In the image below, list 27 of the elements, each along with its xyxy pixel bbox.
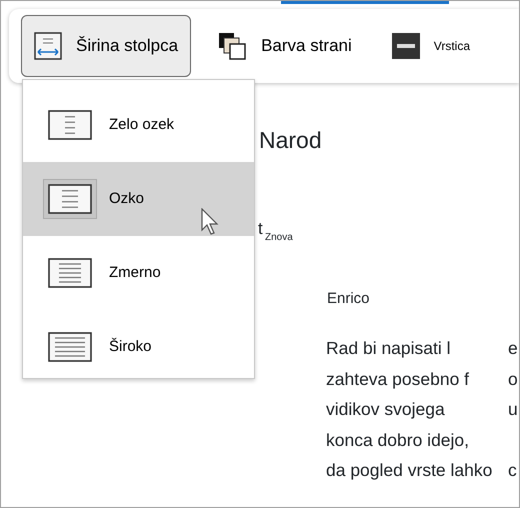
paragraph-line: da pogled vrste lahko	[326, 459, 494, 482]
menu-item[interactable]: Zelo ozek	[23, 88, 254, 162]
paragraph-line: Rad bi napisati l	[326, 337, 452, 360]
column-width-button[interactable]: Širina stolpca	[21, 15, 192, 77]
paragraph-line: u	[508, 398, 518, 421]
paragraph-line: vidikov svojega	[326, 398, 446, 421]
document-text: t	[258, 220, 263, 237]
toolbar-button[interactable]: Barva strani	[205, 15, 365, 77]
column-width-icon	[48, 258, 92, 288]
paragraph-line: zahteva posebno f	[326, 368, 470, 391]
menu-item[interactable]: Zmerno	[23, 236, 254, 310]
column-width-icon	[34, 32, 62, 60]
toolbar-button[interactable]: Vrstica	[378, 15, 483, 77]
menu-item[interactable]: Ozko	[23, 162, 254, 236]
overlapping-pages-icon	[218, 32, 248, 60]
column-width-icon	[48, 332, 92, 362]
menu-item[interactable]: Široko	[23, 310, 254, 384]
cursor-icon	[201, 208, 221, 236]
author-name: Enrico	[327, 289, 370, 309]
paragraph-line: konca dobro idejo,	[326, 428, 470, 452]
paragraph-line: e	[508, 337, 518, 360]
column-width-icon	[48, 184, 92, 214]
document-title: Narod	[259, 126, 322, 155]
column-width-icon	[48, 110, 92, 140]
paragraph-line: c	[508, 459, 518, 482]
paragraph-line: o	[508, 368, 518, 390]
document-text: Znova	[265, 231, 293, 245]
